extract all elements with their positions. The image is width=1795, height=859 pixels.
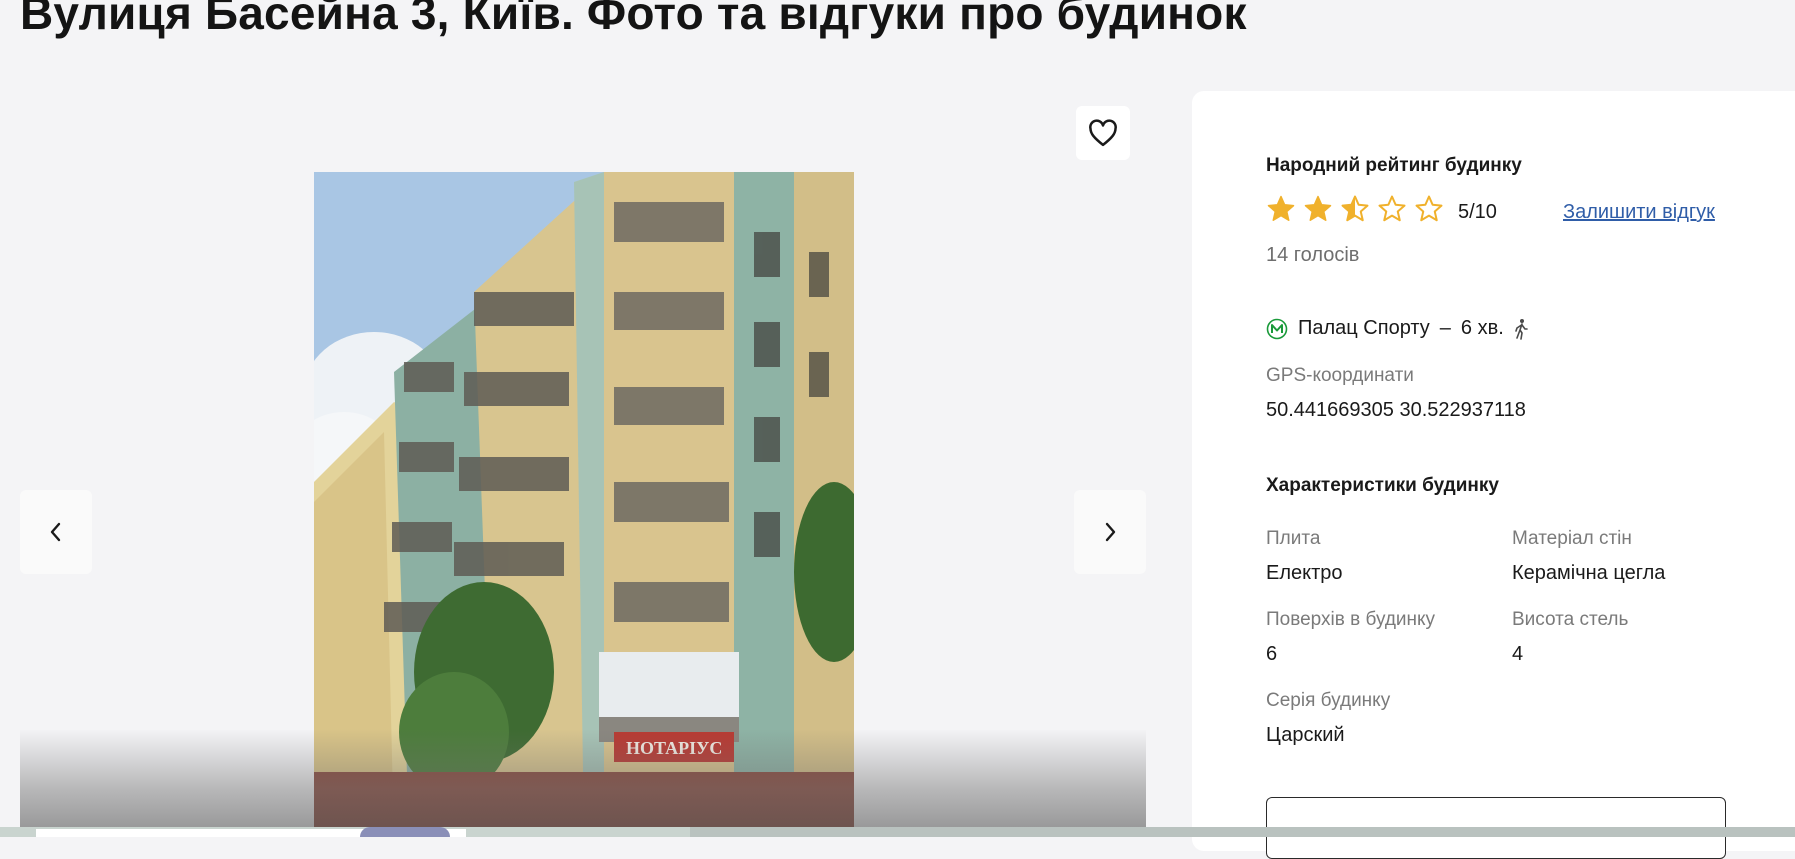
walk-time: 6 хв. xyxy=(1460,317,1504,339)
spec-value: Керамічна цегла xyxy=(1512,562,1666,584)
rating-heading: Народний рейтинг будинку xyxy=(1266,155,1522,176)
star-full-icon[interactable] xyxy=(1266,194,1296,224)
gallery-prev-button[interactable] xyxy=(20,490,92,574)
walking-person-icon xyxy=(1514,318,1528,340)
spec-value: 4 xyxy=(1512,643,1524,665)
spec-value: Електро xyxy=(1266,562,1343,584)
rating-stars[interactable] xyxy=(1266,194,1444,224)
metro-separator: – xyxy=(1439,317,1451,339)
star-empty-icon[interactable] xyxy=(1377,194,1407,224)
photo-sign-text: НОТАРІУС xyxy=(626,738,722,758)
spec-wall-material: Матеріал стін Керамічна цегла xyxy=(1512,528,1665,585)
metro-icon xyxy=(1266,318,1288,339)
gallery-next-button[interactable] xyxy=(1074,490,1146,574)
star-half-icon[interactable] xyxy=(1340,194,1370,224)
chevron-right-icon xyxy=(1105,522,1116,542)
metro-info: Палац Спорту – 6 хв. xyxy=(1266,317,1530,340)
favorite-button[interactable] xyxy=(1076,106,1130,160)
spec-label: Матеріал стін xyxy=(1512,528,1632,549)
gps-label: GPS-координати xyxy=(1266,365,1414,386)
spec-label: Плита xyxy=(1266,528,1321,549)
chevron-left-icon xyxy=(50,522,61,542)
leave-review-link[interactable]: Залишити відгук xyxy=(1563,201,1715,224)
building-photo[interactable]: НОТАРІУС xyxy=(314,172,854,837)
bottom-banner-strip xyxy=(0,827,1795,837)
house-info-panel: Народний рейтинг будинку 5/10 Залишити в… xyxy=(1192,91,1795,859)
spec-value: 6 xyxy=(1266,643,1278,665)
spec-floors: Поверхів в будинку 6 xyxy=(1266,609,1435,666)
star-empty-icon[interactable] xyxy=(1414,194,1444,224)
spec-stove: Плита Електро xyxy=(1266,528,1343,585)
votes-count: 14 голосів xyxy=(1266,244,1360,266)
photo-gallery: НОТАРІУС xyxy=(20,92,1146,837)
spec-label: Висота стель xyxy=(1512,609,1629,630)
metro-station-name: Палац Спорту xyxy=(1298,317,1430,339)
gps-coordinates: 50.441669305 30.522937118 xyxy=(1266,399,1526,421)
characteristics-heading: Характеристики будинку xyxy=(1266,475,1499,496)
heart-outline-icon xyxy=(1089,119,1117,147)
spec-label: Серія будинку xyxy=(1266,690,1391,711)
spec-ceiling-height: Висота стель 4 xyxy=(1512,609,1628,666)
spec-building-series: Серія будинку Царский xyxy=(1266,690,1390,747)
spec-value: Царский xyxy=(1266,724,1345,746)
star-full-icon[interactable] xyxy=(1303,194,1333,224)
page-title: Вулиця Басейна 3, Київ. Фото та відгуки … xyxy=(20,0,1247,39)
spec-label: Поверхів в будинку xyxy=(1266,609,1436,630)
rating-value: 5/10 xyxy=(1458,201,1497,223)
